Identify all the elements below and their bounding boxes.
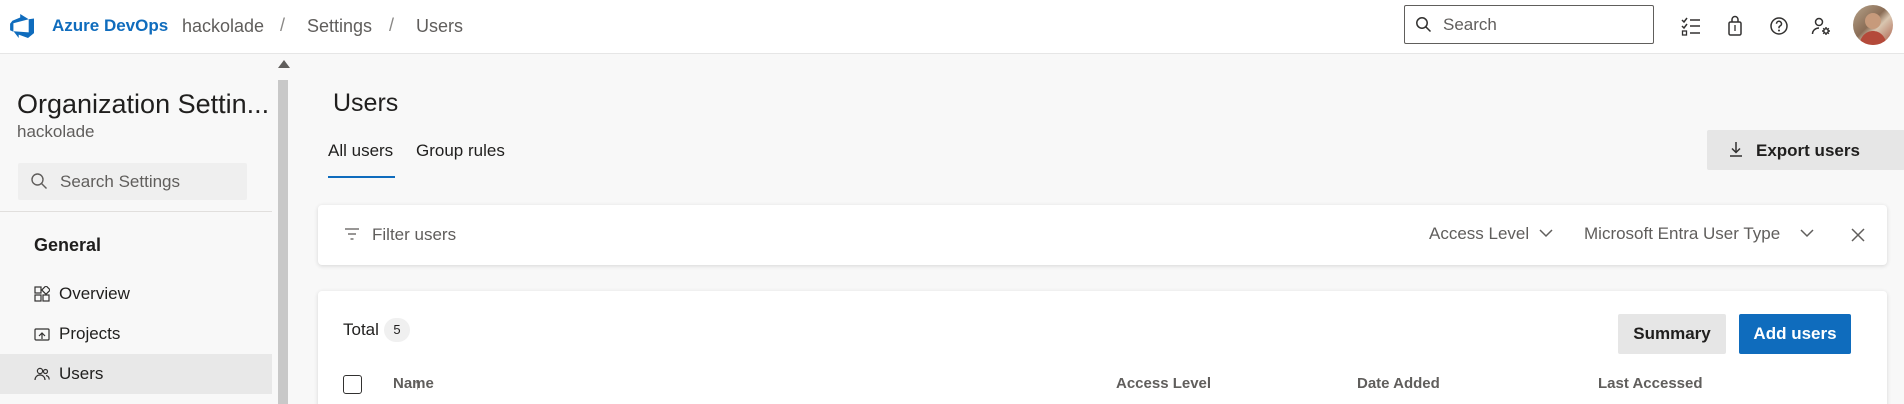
filter-icon [345, 228, 359, 240]
sidebar-item-label: Overview [59, 284, 130, 303]
search-icon [31, 173, 47, 189]
entra-user-type-label: Microsoft Entra User Type [1584, 224, 1781, 243]
scroll-up-arrow-icon[interactable] [278, 60, 290, 68]
sidebar-scrollbar[interactable] [276, 54, 290, 404]
user-settings-icon[interactable] [1810, 15, 1832, 37]
user-avatar[interactable] [1853, 5, 1893, 45]
task-list-icon[interactable] [1680, 15, 1702, 37]
tab-all-users[interactable]: All users [328, 141, 393, 161]
settings-search-input[interactable] [60, 171, 240, 193]
org-name: hackolade [17, 122, 95, 141]
total-label: Total [343, 320, 379, 339]
breadcrumb-org[interactable]: hackolade [182, 16, 264, 37]
total-count-badge: 5 [384, 318, 410, 342]
breadcrumb-settings[interactable]: Settings [307, 16, 372, 37]
chevron-down-icon [1539, 229, 1553, 238]
export-users-label: Export users [1756, 141, 1860, 160]
chevron-down-icon [1800, 229, 1814, 238]
azure-devops-logo-icon[interactable] [10, 13, 36, 39]
section-heading-general: General [34, 235, 102, 255]
breadcrumb-separator: / [280, 15, 286, 35]
filter-users-input[interactable] [372, 224, 772, 246]
close-icon[interactable] [1849, 226, 1867, 244]
sidebar-item-projects[interactable]: Projects [0, 314, 272, 354]
access-level-label: Access Level [1429, 224, 1530, 243]
search-icon [1416, 17, 1432, 33]
breadcrumb-separator: / [389, 15, 395, 35]
filter-bar: Access Level Microsoft Entra User Type [318, 205, 1887, 265]
sidebar-divider [0, 211, 272, 212]
sort-ascending-icon: ↑ [414, 376, 421, 392]
column-header-access-level[interactable]: Access Level [1116, 375, 1211, 392]
tab-group-rules[interactable]: Group rules [416, 141, 505, 161]
summary-button[interactable]: Summary [1618, 314, 1726, 354]
settings-sidebar: Organization Settin... hackolade General… [0, 54, 272, 404]
brand-link[interactable]: Azure DevOps [52, 16, 168, 36]
add-users-button[interactable]: Add users [1739, 314, 1851, 354]
column-header-date-added[interactable]: Date Added [1357, 375, 1440, 392]
select-all-checkbox[interactable] [343, 375, 362, 394]
access-level-dropdown[interactable]: Access Level [1429, 224, 1553, 244]
entra-user-type-dropdown[interactable]: Microsoft Entra User Type [1584, 224, 1814, 244]
help-icon[interactable] [1768, 15, 1790, 37]
breadcrumb-users[interactable]: Users [416, 16, 463, 37]
users-icon [34, 367, 50, 381]
download-icon [1730, 142, 1742, 157]
page-title: Users [333, 89, 399, 117]
sidebar-item-users[interactable]: Users [0, 354, 272, 394]
overview-icon [34, 286, 50, 302]
settings-search[interactable] [18, 163, 247, 200]
shopping-bag-icon[interactable] [1724, 15, 1746, 37]
export-users-button[interactable]: Export users [1707, 130, 1904, 170]
avatar-photo-icon [1859, 13, 1887, 45]
global-search[interactable] [1404, 5, 1654, 44]
search-input[interactable] [1443, 14, 1643, 36]
sidebar-item-label: Projects [59, 324, 121, 343]
top-bar: Azure DevOps hackolade / Settings / User… [0, 0, 1904, 54]
column-header-last-accessed[interactable]: Last Accessed [1598, 375, 1703, 392]
active-tab-indicator [328, 176, 395, 178]
users-list-card: Total 5 Summary Add users Name ↑ Access … [318, 291, 1887, 404]
scrollbar-thumb[interactable] [278, 80, 288, 404]
sidebar-item-label: Users [59, 364, 104, 383]
projects-icon [34, 328, 50, 341]
org-settings-title: Organization Settin... [17, 89, 270, 119]
sidebar-item-overview[interactable]: Overview [0, 274, 272, 314]
